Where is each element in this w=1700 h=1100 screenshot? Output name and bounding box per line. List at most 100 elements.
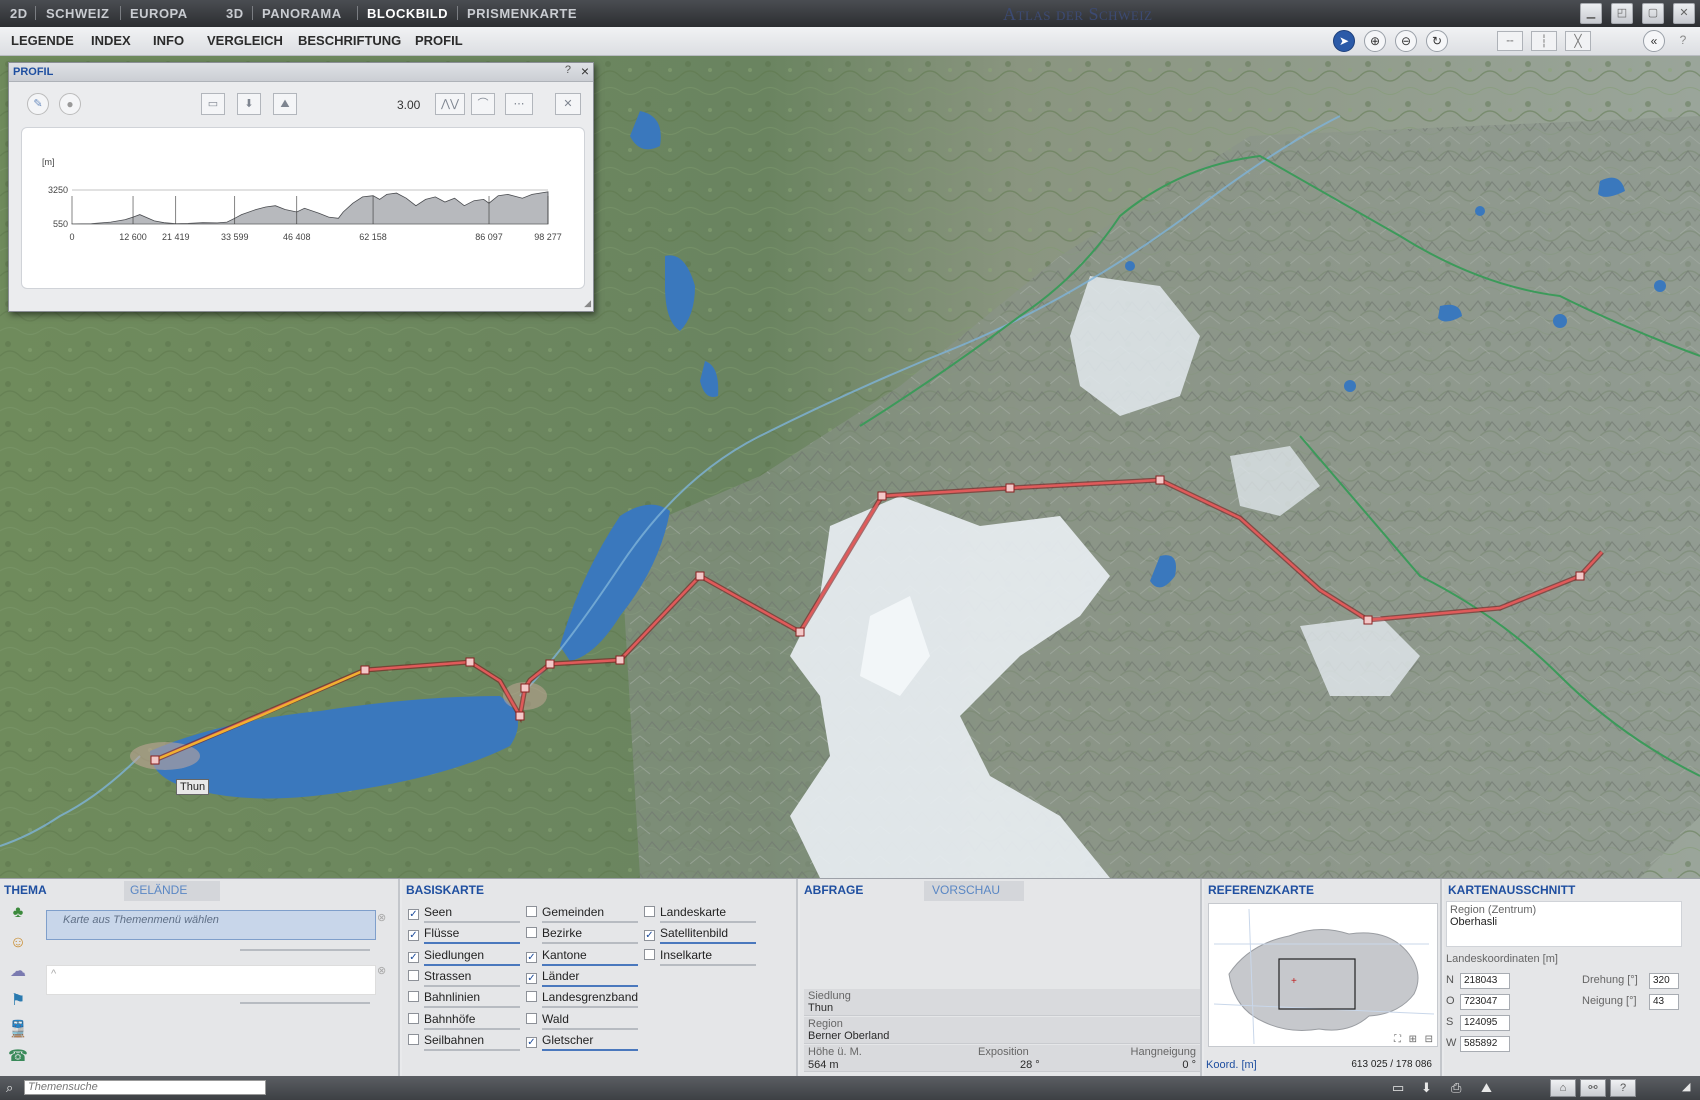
rotate-view-icon[interactable]: ↻ [1426,30,1448,52]
checkbox-box[interactable] [408,1012,419,1024]
open-folder-status-icon[interactable]: ▭ [1392,1080,1404,1096]
checkbox-seen[interactable]: ✓ Seen [408,905,452,920]
checkbox-siedlungen[interactable]: ✓ Siedlungen [408,948,484,963]
mode-blockbild[interactable]: BLOCKBILD [367,6,448,21]
north-field[interactable]: 218043 [1460,973,1510,989]
route-vertex[interactable] [695,571,705,581]
route-vertex[interactable] [615,655,625,665]
split-horizontal-icon[interactable]: ╌ [1497,31,1523,51]
politics-theme-icon[interactable]: ⚑ [6,989,30,1013]
select-arrow-icon[interactable]: ➤ [1333,30,1355,52]
checkbox-seilbahnen[interactable]: Seilbahnen [408,1033,484,1047]
open-folder-icon[interactable]: ▭ [201,93,225,115]
route-vertex[interactable] [515,711,525,721]
south-field[interactable]: 124095 [1460,1015,1510,1031]
checkbox-bahnhöfe[interactable]: Bahnhöfe [408,1012,475,1026]
print-status-icon[interactable]: ⎙ [1451,1080,1461,1096]
checkbox-wald[interactable]: Wald [526,1012,569,1026]
reference-map-svg[interactable]: + [1209,904,1439,1048]
download-status-icon[interactable]: ⬇ [1421,1080,1432,1096]
profile-chart[interactable]: [m] 3250 550 0 12 600 21 419 33 599 46 408 62… [22,128,586,290]
checkbox-box[interactable] [526,906,537,917]
close-window-button[interactable]: ✕ [1673,3,1695,24]
checkbox-kantone[interactable]: ✓ Kantone [526,948,587,963]
route-vertex[interactable] [520,683,530,693]
checkbox-box[interactable]: ✓ [526,1036,537,1048]
route-vertex[interactable] [1155,475,1165,485]
tab-kartenausschnitt[interactable]: KARTENAUSSCHNITT [1444,881,1579,901]
checkbox-box[interactable] [408,991,419,1003]
record-icon[interactable]: ● [59,93,81,115]
opacity-slider[interactable] [542,942,638,945]
opacity-slider[interactable] [542,1027,638,1030]
vertex-tool-icon[interactable]: ⋯ [505,93,533,115]
resize-grip-icon[interactable]: ◢ [1682,1080,1690,1093]
link-button[interactable]: ⚯ [1580,1079,1606,1097]
checkbox-bezirke[interactable]: Bezirke [526,926,582,940]
menu-profil[interactable]: PROFIL [415,33,463,48]
menu-legende[interactable]: LEGENDE [11,33,74,48]
tab-thema[interactable]: THEMA [0,881,51,901]
route-vertex[interactable] [795,627,805,637]
tree-theme-icon[interactable]: ♣ [6,901,30,925]
opacity-slider[interactable] [424,921,520,923]
checkbox-box[interactable] [644,948,655,960]
checkbox-box[interactable]: ✓ [408,930,419,942]
theme-map-selector-2[interactable]: ^ [46,965,376,995]
zoom-out-small-icon[interactable]: ⊟ [1425,1034,1433,1045]
menu-vergleich[interactable]: VERGLEICH [207,33,283,48]
opacity-slider[interactable] [424,1027,520,1030]
tab-vorschau[interactable]: VORSCHAU [924,881,1024,901]
restore-button[interactable]: ◰ [1611,3,1633,24]
checkbox-box[interactable]: ✓ [408,909,419,920]
checkbox-box[interactable] [408,1033,419,1045]
checkbox-box[interactable] [644,906,655,917]
tab-referenzkarte[interactable]: REFERENZKARTE [1204,881,1318,901]
checkbox-box[interactable] [526,991,537,1003]
profile-title-bar[interactable]: PROFIL ? × [9,63,593,82]
tab-gelaende[interactable]: GELÄNDE [124,881,220,901]
route-vertex[interactable] [1005,483,1015,493]
theme-search-input[interactable]: Themensuche [24,1080,266,1095]
opacity-slider[interactable] [542,984,638,987]
smooth-curve-icon[interactable]: ⌒ [471,93,495,115]
clear-profile-icon[interactable]: ✕ [555,93,581,115]
export-status-icon[interactable]: ⛰ [1481,1080,1492,1096]
checkbox-strassen[interactable]: Strassen [408,969,471,983]
theme-map-selector[interactable]: Karte aus Themenmenü wählen [46,910,376,940]
checkbox-flüsse[interactable]: ✓ Flüsse [408,926,459,942]
mode-2d[interactable]: 2D [10,6,28,21]
profile-close-icon[interactable]: × [581,63,589,79]
opacity-slider[interactable] [660,921,756,923]
communication-theme-icon[interactable]: ☎ [6,1045,30,1069]
opacity-slider[interactable] [424,942,520,945]
checkbox-landesgrenzband[interactable]: Landesgrenzband [526,990,638,1004]
opacity-slider[interactable] [424,1048,520,1051]
route-vertex[interactable] [1575,571,1585,581]
checkbox-box[interactable] [408,969,419,981]
minimize-button[interactable]: ▁ [1580,3,1602,24]
save-icon[interactable]: ⬇ [237,93,261,115]
help-button[interactable]: ? [1610,1079,1636,1097]
checkbox-box[interactable]: ✓ [408,951,419,963]
maximize-button[interactable]: ▢ [1642,3,1664,24]
reference-map[interactable]: + ⛶ ⊞ ⊟ [1208,903,1438,1047]
exaggeration-stepper-icon[interactable]: ⋀⋁ [435,93,465,115]
checkbox-box[interactable]: ✓ [644,930,655,942]
opacity-slider[interactable] [660,963,756,966]
clear-theme-icon[interactable]: ⊗ [377,964,386,977]
population-theme-icon[interactable]: ☺ [6,931,30,955]
menu-index[interactable]: INDEX [91,33,131,48]
checkbox-landeskarte[interactable]: Landeskarte [644,905,726,919]
help-icon[interactable]: ? [1672,30,1694,52]
opacity-slider[interactable] [424,963,520,966]
mode-3d[interactable]: 3D [226,6,244,21]
resize-handle-icon[interactable]: ◢ [584,298,591,309]
zoom-out-icon[interactable]: ⊖ [1395,30,1417,52]
mode-schweiz[interactable]: SCHWEIZ [46,6,109,21]
menu-info[interactable]: INFO [153,33,184,48]
menu-beschriftung[interactable]: BESCHRIFTUNG [298,33,401,48]
opacity-slider[interactable] [542,921,638,923]
tab-abfrage[interactable]: ABFRAGE [800,881,867,901]
route-vertex[interactable] [545,659,555,669]
